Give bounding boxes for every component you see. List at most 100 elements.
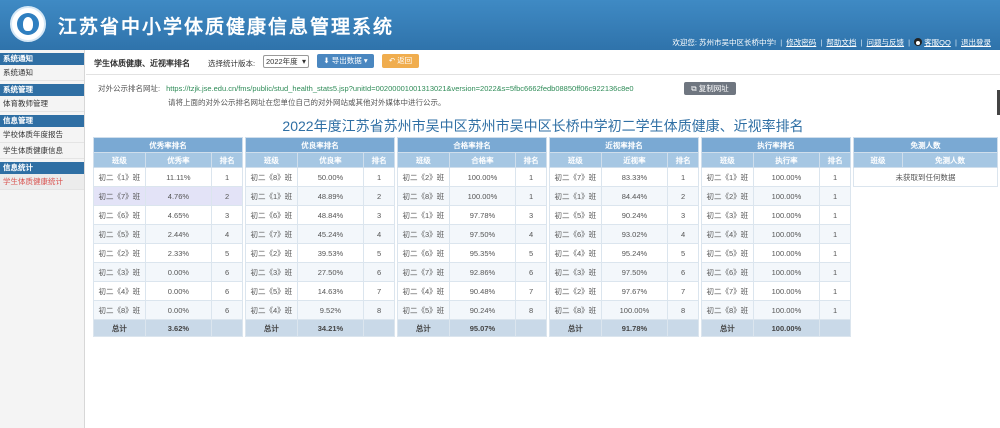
rank-cell: 1 — [515, 186, 547, 206]
rank-cell: 4 — [667, 224, 699, 244]
rank-cell: 7 — [667, 281, 699, 301]
rank-cell: 8 — [667, 300, 699, 320]
export-button[interactable]: ⬇ 导出数据 ▾ — [317, 54, 374, 68]
table-row: 初二《5》班 14.63% 7 — [245, 281, 395, 301]
back-button[interactable]: ↶ 返回 — [382, 54, 419, 68]
class-name-cell: 初二《6》班 — [549, 224, 602, 244]
table-caption: 优良率排名 — [245, 137, 395, 153]
total-value: 91.78% — [600, 319, 669, 337]
sidebar-head[interactable]: 信息统计 — [0, 162, 84, 174]
table-row: 初二《8》班 50.00% 1 — [245, 167, 395, 187]
class-name-cell: 初二《8》班 — [93, 300, 146, 320]
class-name-cell: 初二《4》班 — [397, 281, 450, 301]
table-row: 初二《1》班 97.78% 3 — [397, 205, 547, 225]
column-header: 执行率 — [752, 152, 821, 168]
rate-cell: 4.76% — [144, 186, 213, 206]
sidebar-head[interactable]: 系统管理 — [0, 84, 84, 96]
class-name-cell: 初二《5》班 — [93, 224, 146, 244]
class-name-cell: 初二《5》班 — [397, 300, 450, 320]
rank-cell: 1 — [211, 167, 243, 187]
rank-cell: 6 — [211, 300, 243, 320]
rank-cell: 8 — [515, 300, 547, 320]
change-password-link[interactable]: 修改密码 — [786, 38, 816, 47]
copy-url-button[interactable]: ⧉ 复制网址 — [684, 82, 736, 95]
public-url[interactable]: https://tzjk.jse.edu.cn/fms/public/stud_… — [166, 84, 634, 93]
class-name-cell: 初二《3》班 — [397, 224, 450, 244]
class-name-cell: 初二《1》班 — [93, 167, 146, 187]
table-row: 初二《5》班 100.00% 1 — [701, 243, 851, 263]
class-name-cell: 初二《1》班 — [701, 167, 754, 187]
rank-cell: 1 — [819, 300, 851, 320]
class-name-cell: 初二《1》班 — [549, 186, 602, 206]
qq-icon — [914, 38, 923, 46]
table-row: 初二《5》班 2.44% 4 — [93, 224, 243, 244]
class-name-cell: 初二《8》班 — [549, 300, 602, 320]
total-rank-cell — [667, 319, 699, 337]
total-rank-cell — [819, 319, 851, 337]
rate-cell: 95.35% — [448, 243, 517, 263]
version-select[interactable]: 2022年度 — [263, 55, 309, 68]
sidebar-head[interactable]: 信息管理 — [0, 115, 84, 127]
ranking-table: 优良率排名 班级 优良率 排名 初二《8》班 50.00% 1 初二《1》班 48.89% 2 初二… — [245, 137, 395, 337]
rate-cell: 0.00% — [144, 281, 213, 301]
rank-cell: 4 — [515, 224, 547, 244]
rate-cell: 100.00% — [600, 300, 669, 320]
sidebar-item-student-health[interactable]: 学生体质健康信息 — [0, 143, 84, 159]
rate-cell: 4.65% — [144, 205, 213, 225]
sidebar-item-teachers[interactable]: 体育教师管理 — [0, 96, 84, 112]
total-label: 总计 — [549, 319, 602, 337]
rank-cell: 4 — [363, 224, 395, 244]
version-label: 选择统计版本: — [208, 59, 256, 68]
class-name-cell: 初二《1》班 — [245, 186, 298, 206]
rank-cell: 1 — [667, 167, 699, 187]
rate-cell: 100.00% — [752, 167, 821, 187]
rate-cell: 90.48% — [448, 281, 517, 301]
rank-cell: 7 — [363, 281, 395, 301]
sidebar-item-annual-report[interactable]: 学校体质年度报告 — [0, 127, 84, 143]
table-row: 初二《3》班 100.00% 1 — [701, 205, 851, 225]
rank-cell: 6 — [363, 262, 395, 282]
total-rank-cell — [363, 319, 395, 337]
rank-cell: 4 — [211, 224, 243, 244]
ranking-tables: 优秀率排名 班级 优秀率 排名 初二《1》班 11.11% 1 初二《7》班 4.76% 2 初二《… — [93, 137, 1000, 353]
rank-cell: 2 — [667, 186, 699, 206]
toolbar: 学生体质健康、近视率排名 选择统计版本: 2022年度 ⬇ 导出数据 ▾ ↶ 返… — [86, 54, 1000, 72]
table-row: 初二《1》班 84.44% 2 — [549, 186, 699, 206]
rate-cell: 50.00% — [296, 167, 365, 187]
rate-cell: 92.86% — [448, 262, 517, 282]
rate-cell: 14.63% — [296, 281, 365, 301]
feedback-link[interactable]: 问题与反馈 — [867, 38, 905, 47]
help-docs-link[interactable]: 帮助文档 — [826, 38, 856, 47]
rank-cell: 6 — [667, 262, 699, 282]
total-rank-cell — [515, 319, 547, 337]
sidebar-item-notice[interactable]: 系统通知 — [0, 65, 84, 81]
class-name-cell: 初二《7》班 — [397, 262, 450, 282]
table-row: 初二《1》班 11.11% 1 — [93, 167, 243, 187]
table-caption: 免测人数 — [853, 137, 998, 153]
table-caption: 优秀率排名 — [93, 137, 243, 153]
rate-cell: 11.11% — [144, 167, 213, 187]
table-row: 初二《5》班 90.24% 8 — [397, 300, 547, 320]
sidebar-head[interactable]: 系统通知 — [0, 53, 84, 65]
rate-cell: 90.24% — [448, 300, 517, 320]
class-name-cell: 初二《2》班 — [701, 186, 754, 206]
total-rank-cell — [211, 319, 243, 337]
support-qq-link[interactable]: 客服QQ — [924, 38, 951, 47]
app-logo — [10, 6, 46, 42]
rank-cell: 2 — [363, 186, 395, 206]
column-header: 排名 — [363, 152, 395, 168]
class-name-cell: 初二《4》班 — [549, 243, 602, 263]
class-name-cell: 初二《2》班 — [93, 243, 146, 263]
class-name-cell: 初二《8》班 — [397, 186, 450, 206]
sidebar-item-health-stats[interactable]: 学生体质健康统计 — [0, 174, 84, 190]
class-name-cell: 初二《3》班 — [549, 262, 602, 282]
table-row: 初二《7》班 4.76% 2 — [93, 186, 243, 206]
table-row: 初二《3》班 97.50% 4 — [397, 224, 547, 244]
sidebar-group-system: 系统管理 体育教师管理 — [0, 84, 84, 112]
export-label: 导出数据 — [331, 56, 362, 65]
logout-link[interactable]: 退出登录 — [961, 38, 991, 47]
table-row: 初二《2》班 39.53% 5 — [245, 243, 395, 263]
rank-cell: 1 — [819, 243, 851, 263]
sidebar-group-info: 信息管理 学校体质年度报告 学生体质健康信息 — [0, 115, 84, 159]
rate-cell: 100.00% — [752, 205, 821, 225]
